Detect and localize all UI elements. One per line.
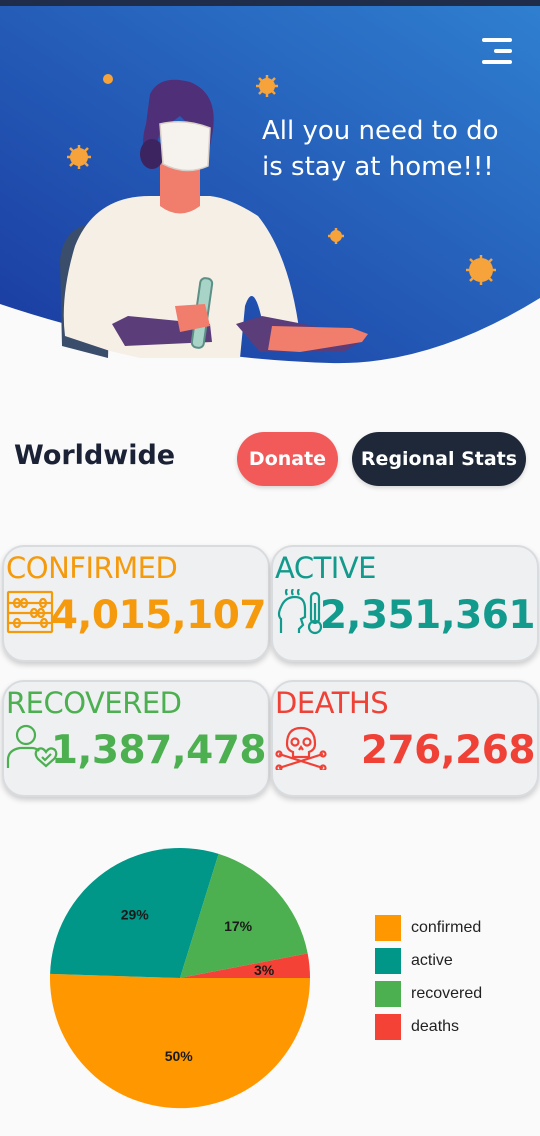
section-title: Worldwide	[14, 440, 176, 471]
pie-label-confirmed: 50%	[165, 1048, 194, 1064]
pie-slice-confirmed	[50, 973, 311, 1109]
legend-label-recovered: recovered	[411, 985, 483, 1002]
stat-value-recovered: 1,387,478	[50, 728, 267, 773]
stat-label-deaths: DEATHS	[275, 686, 389, 720]
hero-tagline: All you need to do is stay at home!!!	[262, 113, 532, 185]
legend-swatch-active	[375, 948, 401, 974]
donate-button[interactable]: Donate	[237, 432, 338, 486]
stat-card-deaths: DEATHS 276,268	[271, 680, 539, 797]
legend-item-active: active	[375, 948, 525, 974]
legend-item-confirmed: confirmed	[375, 915, 525, 941]
legend-swatch-confirmed	[375, 915, 401, 941]
pie-chart: 50% 29% 17% 3%	[50, 847, 311, 1109]
skull-crossbones-icon	[275, 726, 327, 770]
pie-label-recovered: 17%	[224, 918, 253, 934]
hero-tagline-line1: All you need to do	[262, 116, 499, 146]
hero-banner: All you need to do is stay at home!!!	[0, 6, 540, 396]
stat-label-active: ACTIVE	[275, 551, 377, 585]
stat-card-recovered: RECOVERED 1,387,478	[2, 680, 270, 797]
stat-card-active: ACTIVE 2,351,361	[271, 545, 539, 662]
stat-value-deaths: 276,268	[360, 728, 536, 773]
pie-label-deaths: 3%	[254, 962, 275, 978]
hero-tagline-line2: is stay at home!!!	[262, 152, 494, 182]
legend-label-deaths: deaths	[411, 1018, 460, 1035]
stat-value-active: 2,351,361	[319, 593, 536, 638]
legend-item-recovered: recovered	[375, 981, 525, 1007]
hero-illustration	[0, 6, 540, 364]
regional-stats-button[interactable]: Regional Stats	[352, 432, 526, 486]
legend-swatch-deaths	[375, 1014, 401, 1040]
stat-value-confirmed: 4,015,107	[50, 593, 267, 638]
legend-label-active: active	[411, 952, 453, 969]
stat-label-recovered: RECOVERED	[6, 686, 182, 720]
legend-swatch-recovered	[375, 981, 401, 1007]
pie-label-active: 29%	[121, 906, 150, 922]
stat-card-confirmed: CONFIRMED 4,015,107	[2, 545, 270, 662]
legend-label-confirmed: confirmed	[411, 919, 482, 936]
stat-label-confirmed: CONFIRMED	[6, 551, 178, 585]
legend-item-deaths: deaths	[375, 1014, 525, 1040]
menu-icon[interactable]	[478, 36, 518, 64]
